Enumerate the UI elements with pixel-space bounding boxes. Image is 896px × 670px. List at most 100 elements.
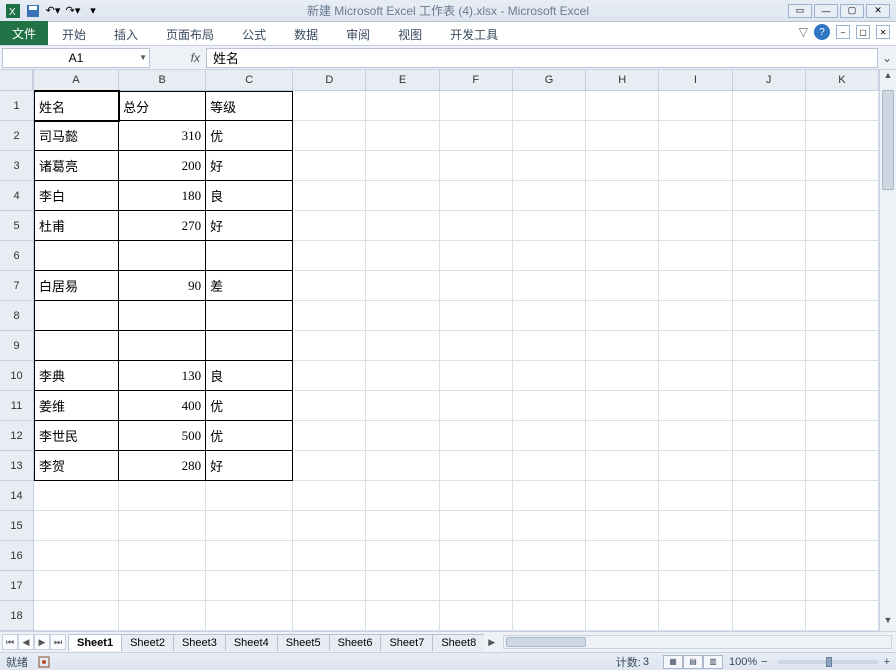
cell[interactable] [293,331,366,361]
sheet-tab[interactable]: Sheet1 [68,634,122,651]
cell[interactable] [293,211,366,241]
cell[interactable] [659,331,732,361]
cell[interactable] [293,571,366,601]
cell[interactable] [586,541,659,571]
cell[interactable] [586,511,659,541]
cell[interactable]: 李贺 [34,451,119,481]
cell[interactable] [733,331,806,361]
cell[interactable] [659,301,732,331]
cell[interactable] [293,541,366,571]
horizontal-scrollbar[interactable] [503,635,892,649]
cell[interactable] [586,331,659,361]
cell[interactable] [366,331,439,361]
cell[interactable] [733,481,806,511]
cell[interactable] [659,541,732,571]
row-header[interactable]: 10 [0,361,33,391]
cell[interactable] [440,331,513,361]
cell[interactable] [586,301,659,331]
cell[interactable] [440,211,513,241]
cell[interactable] [659,361,732,391]
excel-app-icon[interactable]: X [4,2,22,20]
cell[interactable] [366,451,439,481]
close-button[interactable]: ✕ [866,4,890,18]
cell[interactable] [293,421,366,451]
cell[interactable] [206,541,293,571]
cell[interactable] [34,571,119,601]
cell[interactable]: 90 [119,271,206,301]
cell[interactable] [34,331,119,361]
minimize-ribbon-icon[interactable]: ▭ [788,4,812,18]
ribbon-tab[interactable]: 审阅 [332,23,384,45]
column-header[interactable]: A [34,70,119,90]
ribbon-tab[interactable]: 视图 [384,23,436,45]
cell[interactable] [206,481,293,511]
cell[interactable] [586,361,659,391]
cell[interactable] [119,571,206,601]
cell[interactable] [119,241,206,271]
cell[interactable] [293,181,366,211]
cell[interactable] [513,451,586,481]
cell[interactable] [366,271,439,301]
cell[interactable] [586,211,659,241]
column-header[interactable]: D [293,70,366,90]
ribbon-tab[interactable]: 数据 [280,23,332,45]
cell[interactable] [440,391,513,421]
column-header[interactable]: I [659,70,732,90]
column-header[interactable]: B [119,70,206,90]
column-header[interactable]: K [806,70,879,90]
cell[interactable] [586,451,659,481]
cell[interactable] [366,211,439,241]
cell[interactable] [513,601,586,631]
tab-nav-last-icon[interactable]: ⏭ [50,634,66,650]
fx-label[interactable]: fx [150,51,206,65]
cell[interactable] [440,571,513,601]
cell[interactable] [806,241,879,271]
cell[interactable] [586,151,659,181]
cell[interactable]: 优 [206,391,293,421]
cell[interactable] [513,571,586,601]
cell[interactable] [586,241,659,271]
row-header[interactable]: 12 [0,421,33,451]
cell[interactable] [293,241,366,271]
cell[interactable] [586,91,659,121]
cell[interactable] [119,481,206,511]
window-minimize-icon[interactable]: – [836,25,850,39]
cell[interactable]: 总分 [119,91,206,121]
cell[interactable]: 李白 [34,181,119,211]
cell[interactable] [366,301,439,331]
cell[interactable] [733,541,806,571]
cell[interactable] [806,421,879,451]
column-header[interactable]: E [366,70,439,90]
ribbon-tab[interactable]: 插入 [100,23,152,45]
workbook-close-icon[interactable]: ✕ [876,25,890,39]
row-header[interactable]: 18 [0,601,33,631]
cell[interactable] [366,541,439,571]
ribbon-minimize-icon[interactable]: ▽ [799,25,808,39]
cell[interactable] [366,121,439,151]
cell[interactable] [659,271,732,301]
redo-icon[interactable]: ↷▾ [64,2,82,20]
formula-expand-icon[interactable]: ⌄ [878,51,896,65]
cell[interactable] [659,451,732,481]
cell[interactable] [659,151,732,181]
column-header[interactable]: C [206,70,293,90]
sheet-tab[interactable]: Sheet3 [173,634,226,651]
cell[interactable] [366,571,439,601]
row-header[interactable]: 8 [0,301,33,331]
cell[interactable] [366,151,439,181]
cell[interactable]: 400 [119,391,206,421]
cell[interactable] [513,391,586,421]
cell[interactable] [34,511,119,541]
macro-record-icon[interactable] [38,656,50,668]
ribbon-tab[interactable]: 开发工具 [436,23,512,45]
cell[interactable]: 优 [206,421,293,451]
tab-nav-next-icon[interactable]: ▶ [34,634,50,650]
row-header[interactable]: 5 [0,211,33,241]
cell[interactable] [733,421,806,451]
cell[interactable] [659,391,732,421]
cell[interactable] [293,121,366,151]
scroll-down-icon[interactable]: ▼ [880,615,896,631]
cell[interactable] [440,301,513,331]
cell[interactable]: 李世民 [34,421,119,451]
cell[interactable] [659,121,732,151]
